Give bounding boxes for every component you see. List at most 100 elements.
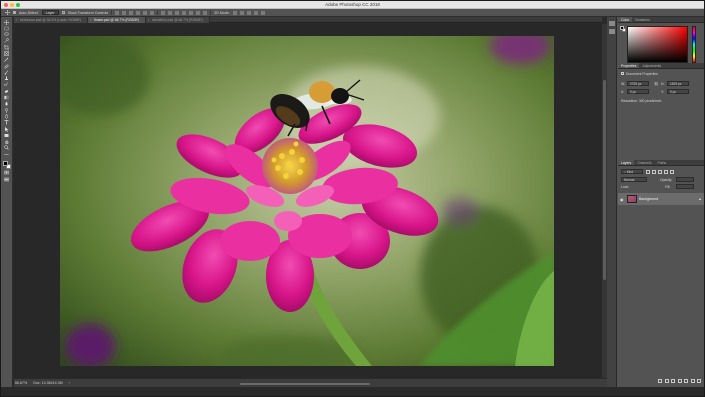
eyedropper-tool-icon[interactable] bbox=[4, 58, 10, 63]
type-filter-icon[interactable] bbox=[658, 170, 662, 174]
tab-swatches[interactable]: Swatches bbox=[632, 17, 653, 22]
color-field[interactable] bbox=[627, 26, 688, 63]
eraser-tool-icon[interactable] bbox=[4, 89, 10, 93]
separator bbox=[111, 10, 113, 15]
distribute-center-icon[interactable] bbox=[168, 10, 173, 15]
rectangle-tool-icon[interactable] bbox=[4, 133, 10, 137]
3d-slide-icon[interactable] bbox=[253, 10, 258, 15]
color-swatches[interactable] bbox=[2, 160, 11, 169]
shape-filter-icon[interactable] bbox=[664, 170, 668, 174]
link-icon[interactable]: ⛓ bbox=[654, 82, 658, 86]
pixel-filter-icon[interactable] bbox=[646, 170, 650, 174]
new-layer-icon[interactable] bbox=[690, 379, 695, 383]
lasso-tool-icon[interactable] bbox=[4, 32, 10, 37]
layer-filter-kind-dropdown[interactable]: ⌕ Kind bbox=[621, 169, 643, 174]
3d-roll-icon[interactable] bbox=[239, 10, 244, 15]
fill-field[interactable] bbox=[676, 184, 694, 189]
hand-tool-icon[interactable] bbox=[4, 140, 10, 144]
auto-align-icon[interactable] bbox=[203, 10, 208, 15]
blend-mode-dropdown[interactable]: Normal bbox=[621, 177, 647, 182]
adjustment-layer-icon[interactable] bbox=[677, 379, 682, 383]
close-tab-icon[interactable]: × bbox=[148, 17, 150, 23]
history-brush-tool-icon[interactable] bbox=[4, 82, 10, 87]
align-left-icon[interactable] bbox=[136, 10, 141, 15]
path-selection-tool-icon[interactable] bbox=[4, 126, 10, 132]
tab-adjustments[interactable]: Adjustments bbox=[639, 63, 664, 68]
tab-properties[interactable]: Properties bbox=[618, 63, 640, 68]
adjustment-filter-icon[interactable] bbox=[652, 170, 656, 174]
tab-color[interactable]: Color bbox=[618, 17, 633, 22]
quick-selection-tool-icon[interactable] bbox=[4, 38, 10, 44]
status-menu-chevron-icon[interactable]: › bbox=[69, 381, 70, 385]
tab-layers[interactable]: Layers bbox=[618, 160, 635, 165]
history-panel-icon[interactable] bbox=[609, 21, 615, 26]
document-tab-label: birdhouse.psd @ 33.3% (Layer, RGB/8*) bbox=[20, 18, 82, 22]
distribute-bottom-icon[interactable] bbox=[175, 10, 180, 15]
close-tab-icon[interactable]: × bbox=[16, 17, 18, 23]
blur-tool-icon[interactable] bbox=[4, 101, 10, 106]
document-canvas-image[interactable] bbox=[60, 36, 554, 366]
3d-scale-icon[interactable] bbox=[260, 10, 265, 15]
smart-object-filter-icon[interactable] bbox=[670, 170, 674, 174]
auto-select-checkbox[interactable] bbox=[13, 11, 16, 14]
document-tab-dandelion[interactable]: × dandelion.psd @ 66.7% (RGB/8*) bbox=[146, 17, 210, 23]
document-tab-flower[interactable]: × flower.psd @ 66.7% (RGB/8*) bbox=[88, 17, 147, 23]
healing-brush-tool-icon[interactable] bbox=[4, 64, 10, 68]
width-field[interactable]: 2729 px bbox=[627, 81, 649, 86]
properties-title: Document Properties bbox=[626, 72, 658, 76]
distribute-hcenter-icon[interactable] bbox=[189, 10, 194, 15]
new-group-icon[interactable] bbox=[684, 379, 688, 383]
zoom-tool-icon[interactable] bbox=[4, 145, 10, 151]
align-vertical-center-icon[interactable] bbox=[122, 10, 127, 15]
3d-drag-icon[interactable] bbox=[246, 10, 251, 15]
gradient-tool-icon[interactable] bbox=[4, 95, 10, 100]
layer-row-background[interactable]: ◉ Background 🔒︎ bbox=[618, 193, 704, 205]
dodge-tool-icon[interactable] bbox=[4, 107, 10, 113]
foreground-color-chip[interactable] bbox=[620, 26, 624, 30]
distribute-top-icon[interactable] bbox=[161, 10, 166, 15]
vertical-scrollbar-thumb[interactable] bbox=[603, 80, 606, 280]
auto-select-target-dropdown[interactable]: Layer bbox=[41, 10, 59, 15]
marquee-tool-icon[interactable] bbox=[4, 26, 10, 31]
close-tab-icon[interactable]: × bbox=[90, 17, 92, 23]
x-field[interactable]: 0 px bbox=[627, 89, 649, 94]
trash-icon[interactable] bbox=[697, 379, 701, 383]
quick-mask-icon[interactable] bbox=[4, 171, 10, 175]
brush-tool-icon[interactable] bbox=[4, 70, 10, 75]
move-tool-preset-icon[interactable] bbox=[4, 10, 10, 15]
frame-tool-icon[interactable] bbox=[4, 51, 10, 56]
tab-channels[interactable]: Channels bbox=[634, 160, 654, 165]
align-horizontal-center-icon[interactable] bbox=[143, 10, 148, 15]
opacity-field[interactable] bbox=[676, 177, 694, 182]
y-field[interactable]: 0 px bbox=[667, 89, 689, 94]
libraries-panel-icon[interactable] bbox=[609, 29, 615, 34]
more-tools-icon[interactable] bbox=[4, 152, 10, 156]
tab-paths[interactable]: Paths bbox=[655, 160, 670, 165]
crop-tool-icon[interactable] bbox=[4, 44, 10, 50]
align-right-icon[interactable] bbox=[150, 10, 155, 15]
hue-slider[interactable] bbox=[692, 26, 696, 63]
3d-rotate-icon[interactable] bbox=[232, 10, 237, 15]
pen-tool-icon[interactable] bbox=[4, 113, 10, 119]
foreground-color-swatch[interactable] bbox=[2, 160, 8, 166]
screen-mode-icon[interactable] bbox=[4, 177, 10, 181]
move-tool-icon[interactable] bbox=[4, 19, 10, 25]
link-layers-icon[interactable] bbox=[658, 379, 662, 383]
distribute-left-icon[interactable] bbox=[182, 10, 187, 15]
show-transform-checkbox[interactable] bbox=[61, 11, 65, 14]
clone-stamp-tool-icon[interactable] bbox=[4, 76, 10, 81]
zoom-level[interactable]: 66.67% bbox=[15, 381, 27, 385]
document-tab-birdhouse[interactable]: × birdhouse.psd @ 33.3% (Layer, RGB/8*) bbox=[14, 17, 89, 23]
align-bottom-icon[interactable] bbox=[129, 10, 134, 15]
horizontal-scrollbar-thumb[interactable] bbox=[240, 383, 370, 385]
document-tab-label: dandelion.psd @ 66.7% (RGB/8*) bbox=[152, 18, 203, 22]
height-field[interactable]: 1819 px bbox=[667, 81, 689, 86]
layer-style-icon[interactable] bbox=[664, 379, 669, 383]
window-title: Adobe Photoshop CC 2018 bbox=[325, 2, 380, 7]
type-tool-icon[interactable] bbox=[4, 120, 10, 125]
align-top-icon[interactable] bbox=[115, 10, 120, 15]
layer-thumbnail bbox=[627, 195, 637, 203]
eye-icon[interactable]: ◉ bbox=[620, 197, 625, 202]
add-mask-icon[interactable] bbox=[671, 379, 675, 383]
distribute-right-icon[interactable] bbox=[196, 10, 201, 15]
